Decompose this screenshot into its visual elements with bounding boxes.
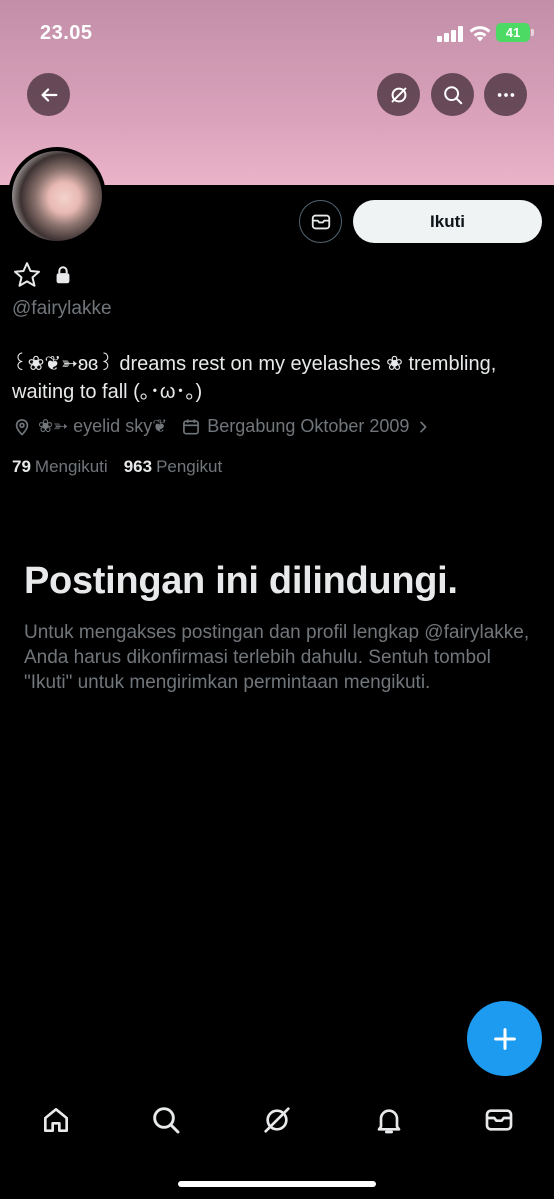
- star-icon: [14, 262, 40, 287]
- back-button[interactable]: [27, 73, 70, 116]
- chevron-right-icon: [420, 421, 427, 432]
- grok-icon: [264, 1107, 290, 1133]
- battery-level: 41: [505, 25, 521, 40]
- battery-indicator: 41: [496, 23, 534, 42]
- nav-search[interactable]: [150, 1104, 182, 1136]
- followers-stat[interactable]: 963 Pengikut: [124, 457, 223, 477]
- profile-bio: ꒰❀❦➳ʚɞ꒱ dreams rest on my eyelashes ❀ tr…: [12, 353, 497, 403]
- lock-icon: [56, 266, 70, 284]
- bell-icon: [377, 1109, 401, 1134]
- protected-title: Postingan ini dilindungi.: [24, 560, 458, 602]
- wifi-icon: [468, 23, 492, 43]
- location-icon: [15, 418, 29, 436]
- location-item: ❀➳ eyelid sky❦: [12, 416, 167, 437]
- protected-description: Untuk mengakses postingan dan profil len…: [24, 622, 530, 693]
- display-name-row: [12, 260, 74, 290]
- following-stat[interactable]: 79 Mengikuti: [12, 457, 108, 477]
- compose-button[interactable]: [467, 1001, 542, 1076]
- search-icon: [443, 85, 462, 104]
- grok-icon: [391, 87, 406, 102]
- nav-messages[interactable]: [483, 1104, 515, 1136]
- envelope-icon: [485, 1109, 513, 1131]
- more-button[interactable]: [484, 73, 527, 116]
- grok-button[interactable]: [377, 73, 420, 116]
- status-time: 23.05: [40, 22, 93, 44]
- following-count: 79: [12, 457, 31, 476]
- search-icon: [153, 1107, 180, 1134]
- nav-home[interactable]: [40, 1104, 72, 1136]
- follow-button[interactable]: Ikuti: [353, 200, 542, 243]
- profile-meta: ❀➳ eyelid sky❦ Bergabung Oktober 2009: [12, 416, 445, 437]
- avatar-image: [12, 151, 102, 241]
- back-arrow-icon: [40, 87, 57, 102]
- profile-handle: @fairylakke: [12, 298, 112, 319]
- nav-notifications[interactable]: [373, 1104, 405, 1136]
- more-icon: [497, 92, 514, 97]
- followers-count: 963: [123, 457, 153, 476]
- message-button[interactable]: [299, 200, 342, 243]
- status-bar: 23.05 41: [0, 0, 554, 64]
- avatar[interactable]: [8, 147, 106, 245]
- joined-text: Bergabung Oktober 2009: [207, 416, 410, 436]
- following-label: Mengikuti: [34, 457, 108, 476]
- location-text: ❀➳ eyelid sky❦: [38, 416, 168, 436]
- cellular-signal-icon: [437, 26, 463, 42]
- calendar-icon: [183, 419, 200, 434]
- home-icon: [44, 1108, 68, 1132]
- joined-item[interactable]: Bergabung Oktober 2009: [181, 416, 431, 437]
- search-button[interactable]: [431, 73, 474, 116]
- followers-label: Pengikut: [156, 457, 223, 476]
- plus-icon: [493, 1027, 516, 1050]
- nav-grok[interactable]: [261, 1104, 293, 1136]
- home-indicator: [178, 1181, 376, 1187]
- follow-stats: 79 Mengikuti 963 Pengikut: [12, 457, 222, 477]
- envelope-icon: [311, 214, 330, 229]
